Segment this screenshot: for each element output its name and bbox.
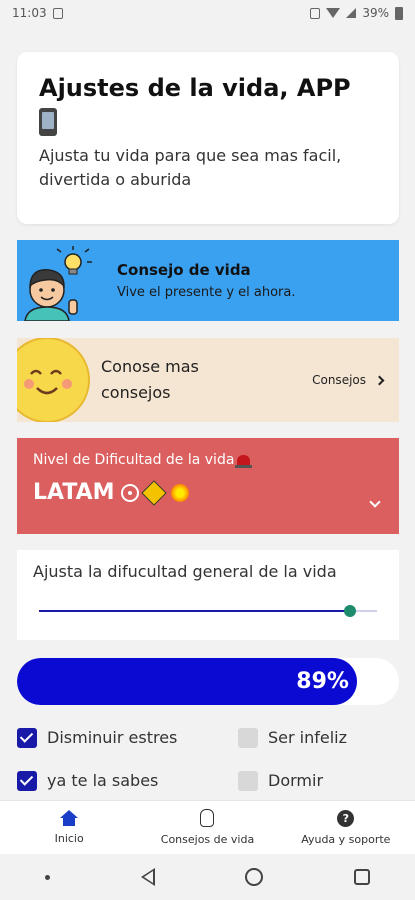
more-tips-title: Conose mas consejos	[101, 357, 199, 402]
help-icon: ?	[337, 809, 355, 827]
progress-label: 89%	[296, 669, 349, 694]
back-icon[interactable]	[140, 868, 155, 886]
tip-title: Consejo de vida	[117, 261, 251, 279]
tip-card[interactable]: Consejo de vida Vive el presente y el ah…	[17, 240, 399, 321]
checkbox-ser-infeliz[interactable]: Ser infeliz	[208, 727, 399, 748]
signal-icon	[346, 8, 357, 18]
hand-icon	[200, 809, 215, 827]
difficulty-dropdown[interactable]: Nivel de Dificultad de la vida LATAM	[17, 438, 399, 534]
status-time: 11:03	[12, 6, 47, 20]
slider-fill	[39, 610, 350, 612]
progress-bar: 89%	[17, 658, 399, 705]
checkbox-label: Dormir	[268, 771, 324, 790]
nav-inicio[interactable]: Inicio	[0, 801, 138, 854]
home-circle-icon[interactable]	[245, 868, 264, 886]
radioactive-icon	[120, 483, 139, 502]
checkbox-label: ya te la sabes	[47, 771, 159, 790]
checkbox-box[interactable]	[238, 727, 258, 748]
collision-icon	[168, 481, 191, 504]
checkbox-label: Ser infeliz	[268, 728, 348, 747]
vibrate-icon	[310, 7, 321, 19]
slider-label: Ajusta la difucultad general de la vida	[33, 562, 337, 581]
home-icon	[60, 810, 79, 826]
checkbox-disminuir-estres[interactable]: Disminuir estres	[17, 727, 208, 748]
checkbox-box[interactable]	[17, 727, 37, 748]
difficulty-label: Nivel de Dificultad de la vida	[33, 452, 235, 468]
nav-label: Consejos de vida	[160, 833, 255, 846]
page-subtitle: Ajusta tu vida para que sea mas facil, d…	[39, 146, 342, 189]
idea-boy-icon	[17, 240, 107, 321]
slider-thumb[interactable]	[343, 605, 356, 617]
nav-consejos-de-vida[interactable]: Consejos de vida	[138, 801, 276, 854]
header-card: Ajustes de la vida, APP Ajusta tu vida p…	[17, 52, 399, 224]
wifi-icon	[326, 8, 341, 18]
page-title: Ajustes de la vida, APP	[39, 74, 351, 102]
battery-percent: 39%	[362, 6, 389, 20]
children-crossing-icon	[140, 479, 167, 506]
checkbox-box[interactable]	[17, 770, 37, 791]
nav-label: Ayuda y soporte	[301, 832, 391, 846]
options-checklist: Disminuir estres Ser infeliz ya te la sa…	[17, 716, 399, 802]
checkbox-label: Disminuir estres	[47, 728, 178, 747]
difficulty-selected: LATAM	[33, 480, 115, 505]
bottom-navigation: Inicio Consejos de vida ? Ayuda y soport…	[0, 800, 415, 854]
tips-link[interactable]: Consejos	[312, 373, 385, 387]
more-tips-card[interactable]: Conose mas consejos Consejos	[17, 338, 399, 422]
nav-label: Inicio	[54, 832, 84, 845]
difficulty-slider-card: Ajusta la difucultad general de la vida	[17, 550, 399, 640]
checkbox-ya-te-la-sabes[interactable]: ya te la sabes	[17, 770, 208, 791]
assistant-dot-icon[interactable]	[45, 874, 51, 880]
recent-apps-icon[interactable]	[353, 869, 370, 885]
tip-subtitle: Vive el presente y el ahora.	[117, 285, 296, 300]
checkbox-dormir[interactable]: Dormir	[208, 770, 399, 791]
checkbox-box[interactable]	[238, 770, 258, 791]
difficulty-slider[interactable]	[39, 605, 377, 617]
mobile-phone-icon	[39, 108, 57, 136]
notification-icon	[52, 7, 63, 19]
battery-icon	[395, 6, 403, 20]
system-navigation-bar	[0, 854, 415, 900]
smiley-face-icon	[17, 338, 91, 422]
status-bar: 11:03 39%	[0, 0, 415, 26]
tips-link-label: Consejos	[312, 373, 366, 387]
progress-fill: 89%	[17, 658, 357, 705]
chevron-right-icon	[374, 375, 385, 385]
siren-icon	[235, 454, 253, 468]
nav-ayuda-y-soporte[interactable]: ? Ayuda y soporte	[277, 801, 415, 854]
